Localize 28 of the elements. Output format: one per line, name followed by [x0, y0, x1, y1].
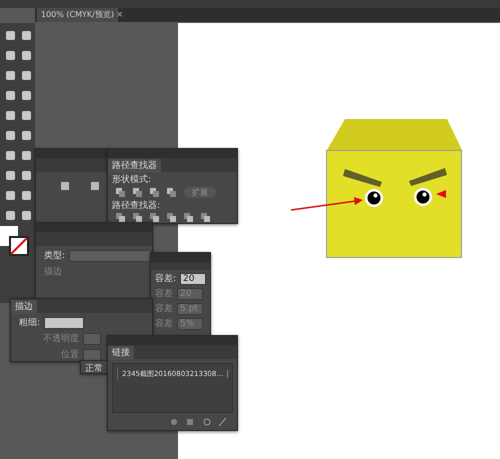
field-label: 位置: [61, 349, 79, 361]
opacity-field[interactable]: [83, 333, 101, 345]
edit-icon[interactable]: [218, 418, 226, 426]
arrowhead-icon: [436, 190, 446, 198]
document-tab[interactable]: 100% (CMYK/预览): [37, 8, 118, 22]
panel-tab[interactable]: 路径查找器: [108, 159, 161, 173]
tolerance-label: 容差: [155, 303, 173, 315]
tolerance-label: 容差: [155, 288, 173, 300]
panel-tab[interactable]: 描边: [11, 300, 37, 314]
tolerance-label: 容差:: [155, 273, 176, 285]
panel-tab-bar: [151, 262, 210, 270]
section-label: 形状模式:: [111, 174, 152, 186]
panel-tab[interactable]: 链接: [108, 346, 134, 360]
section-label: 路径查找器:: [111, 200, 160, 212]
blend-mode-label: 正常: [84, 364, 103, 374]
field-label: 描边: [44, 266, 62, 278]
weight-field[interactable]: [44, 317, 84, 329]
field-label: 类型:: [44, 250, 66, 262]
stroke-swatch[interactable]: [9, 236, 29, 256]
tolerance-label: 容差: [155, 318, 173, 330]
close-button[interactable]: ×: [116, 9, 124, 21]
field-label: 粗细:: [19, 317, 40, 329]
tolerance-field[interactable]: 20: [180, 273, 206, 285]
relink-icon[interactable]: [171, 419, 177, 425]
position-field[interactable]: [83, 349, 101, 361]
type-dropdown[interactable]: [69, 250, 152, 262]
field-label: 不透明度: [43, 333, 79, 345]
update-icon[interactable]: [204, 418, 210, 426]
